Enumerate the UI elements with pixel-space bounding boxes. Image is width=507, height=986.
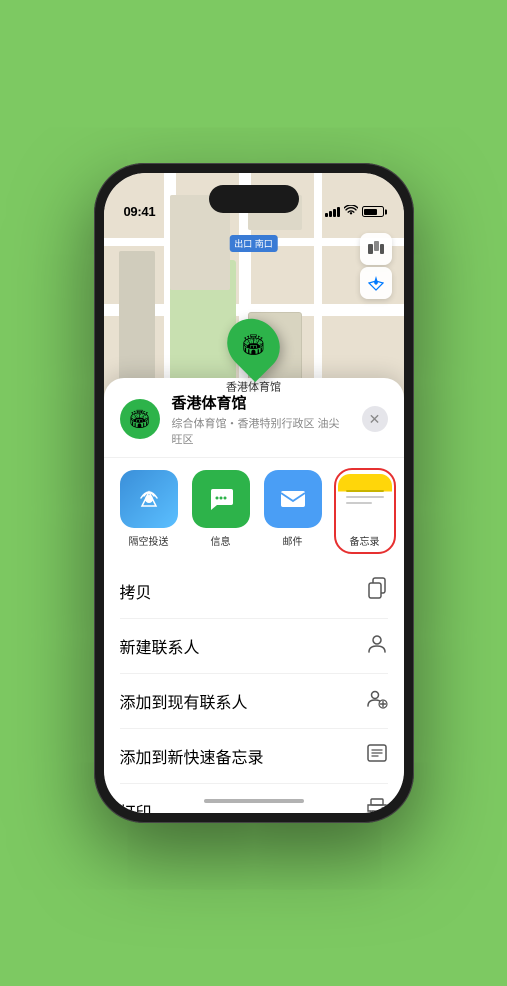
share-airdrop[interactable]: 隔空投送 bbox=[120, 470, 178, 552]
map-controls bbox=[360, 233, 392, 299]
share-mail[interactable]: 邮件 bbox=[264, 470, 322, 552]
messages-icon bbox=[192, 470, 250, 528]
location-name: 香港体育馆 bbox=[172, 392, 350, 413]
map-pin-container: 🏟 香港体育馆 bbox=[226, 317, 281, 394]
status-time: 09:41 bbox=[124, 204, 156, 219]
print-icon bbox=[366, 797, 388, 813]
print-label: 打印 bbox=[120, 799, 152, 813]
copy-label: 拷贝 bbox=[120, 579, 152, 603]
share-messages[interactable]: 信息 bbox=[192, 470, 250, 552]
map-pin: 🏟 bbox=[216, 308, 290, 382]
airdrop-label: 隔空投送 bbox=[129, 533, 169, 548]
quick-note-icon bbox=[366, 742, 388, 770]
action-copy[interactable]: 拷贝 bbox=[120, 564, 388, 619]
phone-frame: 09:41 bbox=[94, 163, 414, 823]
close-button[interactable]: ✕ bbox=[362, 406, 388, 432]
wifi-icon bbox=[344, 204, 358, 219]
action-add-existing[interactable]: 添加到现有联系人 bbox=[120, 674, 388, 729]
add-existing-label: 添加到现有联系人 bbox=[120, 689, 248, 713]
notes-icon bbox=[338, 474, 392, 528]
airdrop-icon bbox=[120, 470, 178, 528]
phone-screen: 09:41 bbox=[104, 173, 404, 813]
action-new-contact[interactable]: 新建联系人 bbox=[120, 619, 388, 674]
new-contact-icon bbox=[366, 632, 388, 660]
action-list: 拷贝 新建联系人 bbox=[104, 564, 404, 813]
battery-icon bbox=[362, 206, 384, 217]
location-icon: 🏟 bbox=[120, 399, 160, 439]
share-row: 隔空投送 信息 bbox=[104, 458, 404, 564]
mail-icon bbox=[264, 470, 322, 528]
home-indicator bbox=[204, 799, 304, 803]
share-notes[interactable]: 备忘录 bbox=[336, 470, 394, 552]
messages-label: 信息 bbox=[211, 533, 231, 548]
location-info: 香港体育馆 综合体育馆・香港特别行政区 油尖旺区 bbox=[172, 392, 350, 447]
action-quick-note[interactable]: 添加到新快速备忘录 bbox=[120, 729, 388, 784]
signal-icon bbox=[325, 207, 340, 217]
notes-label: 备忘录 bbox=[350, 533, 380, 548]
location-button[interactable] bbox=[360, 267, 392, 299]
bottom-sheet: 🏟 香港体育馆 综合体育馆・香港特别行政区 油尖旺区 ✕ bbox=[104, 378, 404, 813]
map-type-button[interactable] bbox=[360, 233, 392, 265]
mail-label: 邮件 bbox=[283, 533, 303, 548]
dynamic-island bbox=[209, 185, 299, 213]
copy-icon bbox=[366, 577, 388, 605]
map-exit-label: 出口 南口 bbox=[229, 235, 278, 252]
status-icons bbox=[325, 204, 384, 219]
location-subtitle: 综合体育馆・香港特别行政区 油尖旺区 bbox=[172, 415, 350, 447]
quick-note-label: 添加到新快速备忘录 bbox=[120, 744, 264, 768]
pin-icon: 🏟 bbox=[241, 332, 266, 357]
add-existing-icon bbox=[366, 687, 388, 715]
new-contact-label: 新建联系人 bbox=[120, 634, 200, 658]
